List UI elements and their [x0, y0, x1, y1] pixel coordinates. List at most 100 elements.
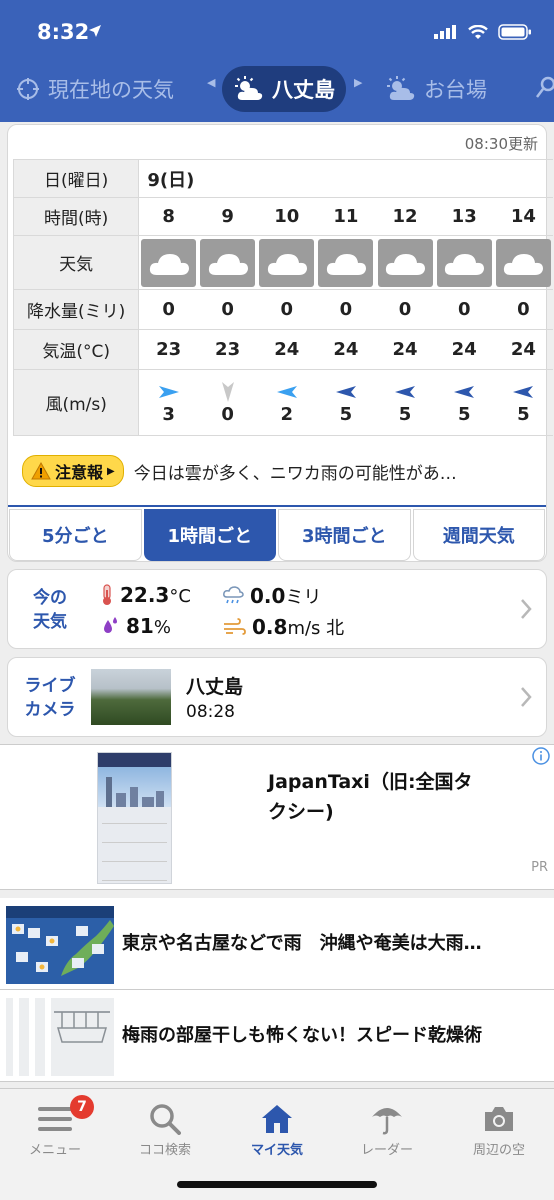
- hour-cell: 10: [257, 197, 317, 236]
- tab-hachijojima[interactable]: 八丈島: [222, 66, 346, 112]
- current-temp-unit: °C: [169, 586, 191, 607]
- info-icon[interactable]: [532, 747, 550, 765]
- live-camera-label-line1: ライブ: [24, 676, 76, 696]
- tab-1hour[interactable]: 1時間ごと: [143, 509, 276, 561]
- location-arrow-icon: [89, 25, 101, 37]
- temp-cell: 24: [434, 329, 494, 370]
- tab-my-weather[interactable]: マイ天気: [222, 1099, 332, 1158]
- tab-hachijojima-label: 八丈島: [272, 78, 335, 102]
- wind-cell: 5: [316, 369, 376, 436]
- news-item[interactable]: 東京や名古屋などで雨 沖縄や奄美は大雨…: [0, 898, 554, 990]
- weather-cell: [316, 235, 376, 290]
- menu-badge: 7: [70, 1095, 94, 1119]
- search-icon: [150, 1104, 181, 1135]
- tab-sky[interactable]: 周辺の空: [444, 1099, 554, 1158]
- wind-cell: 0: [198, 369, 258, 436]
- tab-5min[interactable]: 5分ごと: [9, 509, 142, 561]
- cloudy-icon: [377, 238, 433, 287]
- current-humidity-value: 81: [126, 614, 154, 638]
- tab-menu[interactable]: 7 メニュー: [0, 1095, 110, 1158]
- news-thumbnail-laundry: [6, 998, 114, 1076]
- menu-icon: [38, 1107, 72, 1131]
- caret-right-icon: ▶: [107, 465, 115, 477]
- cloudy-icon: [200, 238, 256, 287]
- alert-badge[interactable]: 注意報 ▶: [22, 455, 124, 487]
- wind-arrow-icon: [198, 380, 257, 404]
- header: 8:32 現在地の天気 八丈島 お台場 ◀ ▶: [0, 0, 554, 122]
- tab-odaiba-label: お台場: [424, 78, 487, 102]
- cloudy-icon: [259, 238, 315, 287]
- wind-arrow-icon: [316, 380, 375, 404]
- pin-search-icon[interactable]: [536, 76, 554, 102]
- ad-title: JapanTaxi（旧:全国タクシー): [268, 771, 473, 823]
- current-rain-value: 0.0: [250, 584, 286, 608]
- hour-cell: 11: [316, 197, 376, 236]
- wind-arrow-icon: [257, 380, 316, 404]
- sun-cloud-icon: [235, 76, 263, 100]
- precip-cell: 0: [316, 289, 376, 330]
- hour-cell: 9: [198, 197, 258, 236]
- wind-cell: 5: [493, 369, 553, 436]
- wind-arrow-icon: [139, 380, 198, 404]
- current-weather-card[interactable]: 今の 天気 22.3°C 0.0ミリ 81% 0.8m/s 北: [7, 569, 547, 649]
- current-rain-unit: ミリ: [285, 587, 322, 608]
- temp-cell: 23: [198, 329, 258, 370]
- tab-sky-label: 周辺の空: [472, 1143, 525, 1158]
- warning-icon: [31, 462, 51, 480]
- row-label-hour: 時間(時): [12, 197, 140, 236]
- temp-cell: 24: [493, 329, 553, 370]
- day-value: 9(日): [138, 159, 553, 198]
- precip-cell: 0: [493, 289, 553, 330]
- tab-3hour[interactable]: 3時間ごと: [278, 509, 411, 561]
- tab-my-weather-label: マイ天気: [250, 1143, 303, 1158]
- row-label-wind: 風(m/s): [12, 369, 140, 436]
- rain-cloud-icon: [223, 586, 244, 604]
- wind-arrow-icon: [375, 380, 434, 404]
- tab-current-location[interactable]: 現在地の天気: [16, 66, 174, 112]
- sun-cloud-icon: [387, 76, 415, 100]
- current-wind-unit: m/s 北: [287, 618, 345, 639]
- current-humidity-unit: %: [153, 617, 171, 638]
- tab-menu-label: メニュー: [28, 1143, 81, 1158]
- current-weather-label: 今の 天気: [26, 586, 74, 634]
- updated-time: 08:30更新: [464, 135, 538, 153]
- precip-cell: 0: [138, 289, 198, 330]
- weather-cell: [434, 235, 494, 290]
- alert-row[interactable]: 注意報 ▶ 今日は雲が多く、ニワカ雨の可能性があ…: [22, 455, 542, 487]
- row-day: 日(曜日) 9(日): [12, 159, 553, 198]
- precip-cell: 0: [257, 289, 317, 330]
- battery-icon: [498, 24, 531, 40]
- forecast-table: 日(曜日) 9(日) 時間(時) 8 9 10 11 12 13 14 天気 降…: [12, 159, 553, 436]
- crosshair-icon: [17, 78, 39, 100]
- tab-odaiba[interactable]: お台場: [386, 66, 487, 112]
- ad-banner[interactable]: JapanTaxi（旧:全国タクシー) PR: [0, 744, 554, 890]
- cloudy-icon: [495, 238, 551, 287]
- tab-weekly[interactable]: 週間天気: [412, 509, 545, 561]
- temp-cell: 24: [257, 329, 317, 370]
- wind-speed: 5: [398, 404, 412, 425]
- humidity-drops-icon: [104, 617, 117, 633]
- row-label-weather: 天気: [12, 235, 140, 290]
- view-tabs: 5分ごと 1時間ごと 3時間ごと 週間天気: [8, 505, 546, 561]
- tab-current-location-label: 現在地の天気: [48, 78, 174, 102]
- tab-search[interactable]: ココ検索: [110, 1099, 220, 1158]
- row-label-temp: 気温(°C): [12, 329, 140, 370]
- live-camera-card[interactable]: ライブ カメラ 八丈島 08:28: [7, 657, 547, 737]
- news-title: 東京や名古屋などで雨 沖縄や奄美は大雨…: [122, 933, 482, 954]
- wind-arrow-icon: [435, 380, 494, 404]
- row-precip: 降水量(ミリ) 0 0 0 0 0 0 0: [12, 289, 553, 330]
- wind-cell: 3: [138, 369, 198, 436]
- wind-speed: 2: [280, 404, 293, 425]
- wind-speed: 3: [162, 404, 175, 425]
- live-camera-time: 08:28: [186, 702, 235, 722]
- tab-radar[interactable]: レーダー: [332, 1099, 442, 1158]
- news-item[interactable]: 梅雨の部屋干しも怖くない！スピード乾燥術: [0, 990, 554, 1082]
- status-time: 8:32: [37, 20, 90, 44]
- live-camera-label-line2: カメラ: [24, 700, 76, 720]
- precip-cell: 0: [198, 289, 258, 330]
- temp-cell: 24: [375, 329, 435, 370]
- wind-cell: 2: [257, 369, 317, 436]
- wind-icon: [224, 618, 246, 635]
- cloudy-icon: [141, 238, 197, 287]
- live-camera-name: 八丈島: [186, 676, 244, 698]
